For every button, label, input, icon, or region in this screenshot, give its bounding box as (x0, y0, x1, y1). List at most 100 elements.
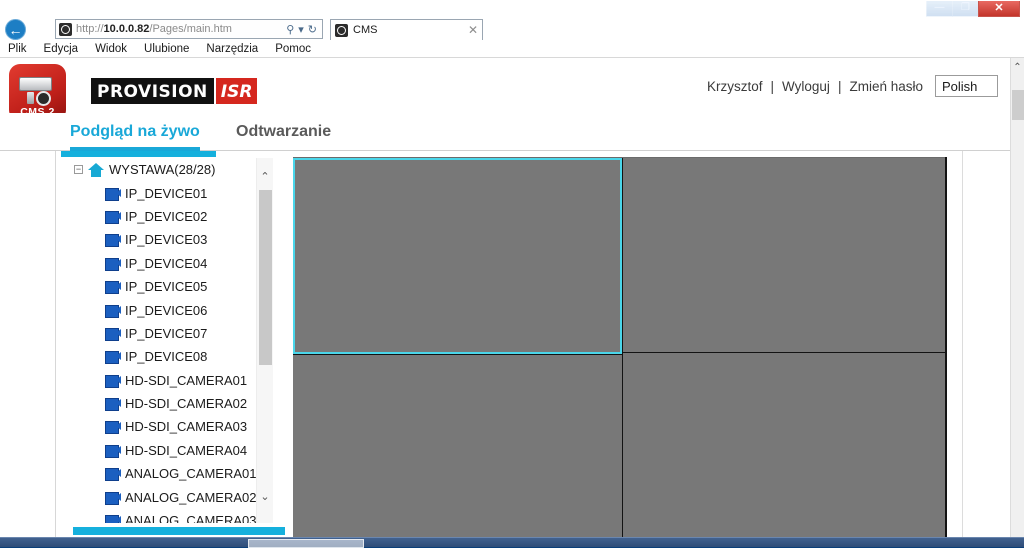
tree-item-ip-device05[interactable]: IP_DEVICE05 (56, 275, 264, 298)
tree-item-hd-sdi-camera02[interactable]: HD-SDI_CAMERA02 (56, 392, 264, 415)
address-bar-tools: ⚲ ▾ ↻ (286, 23, 319, 36)
page-scrollbar-thumb[interactable] (1012, 90, 1024, 120)
tree-item-label: IP_DEVICE04 (125, 256, 207, 271)
scroll-up-icon[interactable]: ⌃ (257, 168, 273, 185)
refresh-icon[interactable]: ↻ (308, 23, 317, 36)
tree-item-ip-device07[interactable]: IP_DEVICE07 (56, 322, 264, 345)
camera-icon (105, 234, 121, 245)
camera-icon (105, 375, 121, 386)
home-icon (88, 163, 104, 177)
tree-item-label: HD-SDI_CAMERA04 (125, 443, 247, 458)
tree-item-hd-sdi-camera03[interactable]: HD-SDI_CAMERA03 (56, 415, 264, 438)
username-label: Krzysztof (703, 79, 767, 94)
url-scheme: http:// (76, 23, 104, 35)
camera-icon (105, 445, 121, 456)
device-tree-list: − WYSTAWA(28/28) IP_DEVICE01 IP_DEVICE02 (56, 158, 264, 523)
camera-icon (105, 211, 121, 222)
video-cell-3[interactable] (293, 354, 622, 538)
new-tab-button[interactable] (484, 19, 510, 40)
windows-taskbar (0, 537, 1024, 547)
right-panel-divider (962, 151, 963, 537)
separator-2: | (834, 79, 846, 94)
camera-icon (105, 421, 121, 432)
menu-item-ulubione[interactable]: Ulubione (144, 43, 189, 55)
search-icon[interactable]: ⚲ (286, 23, 294, 36)
browser-tabstrip: CMS ✕ (330, 19, 510, 40)
web-page-content: CMS 2 PROVISION ISR Krzysztof | Wyloguj … (0, 58, 1024, 537)
back-arrow-icon: ← (9, 23, 23, 37)
menu-item-widok[interactable]: Widok (95, 43, 127, 55)
menu-item-narzedzia[interactable]: Narzędzia (206, 43, 258, 55)
video-wall-grid (293, 157, 945, 537)
camera-body-shape (19, 77, 52, 91)
tree-item-hd-sdi-camera04[interactable]: HD-SDI_CAMERA04 (56, 439, 264, 462)
tree-item-ip-device08[interactable]: IP_DEVICE08 (56, 345, 264, 368)
brand-name-isr: ISR (216, 78, 258, 104)
tree-item-label: HD-SDI_CAMERA03 (125, 419, 247, 434)
scrollbar-thumb[interactable] (259, 190, 272, 365)
tree-item-ip-device03[interactable]: IP_DEVICE03 (56, 228, 264, 251)
browser-navigation-bar: ← → http://10.0.0.82/Pages/main.htm ⚲ ▾ … (0, 18, 1024, 40)
logout-link[interactable]: Wyloguj (778, 79, 834, 94)
tree-item-ip-device04[interactable]: IP_DEVICE04 (56, 252, 264, 275)
tab-live-view-label: Podgląd na żywo (70, 123, 200, 141)
tab-live-view[interactable]: Podgląd na żywo (70, 113, 200, 151)
tab-playback-label: Odtwarzanie (236, 123, 331, 141)
forward-button[interactable]: → (28, 19, 49, 40)
user-account-area: Krzysztof | Wyloguj | Zmień hasło Polish (703, 75, 998, 97)
app-body: − WYSTAWA(28/28) IP_DEVICE01 IP_DEVICE02 (0, 151, 1010, 537)
provision-isr-logo: PROVISION ISR (91, 78, 257, 104)
menu-item-edycja[interactable]: Edycja (44, 43, 79, 55)
browser-tab-cms[interactable]: CMS ✕ (330, 19, 483, 40)
back-button[interactable]: ← (5, 19, 26, 40)
tree-item-analog-camera03[interactable]: ANALOG_CAMERA03 (56, 509, 264, 523)
camera-icon (105, 281, 121, 292)
page-scroll-up-icon[interactable]: ⌃ (1011, 60, 1024, 74)
video-cell-2[interactable] (622, 158, 945, 352)
tree-item-label: IP_DEVICE01 (125, 186, 207, 201)
minimize-button[interactable]: — (926, 1, 953, 17)
language-select[interactable]: Polish (935, 75, 998, 97)
chevron-down-icon[interactable]: ▾ (298, 23, 304, 36)
close-button[interactable]: ✕ (978, 1, 1020, 17)
close-icon: ✕ (994, 3, 1003, 14)
app-tab-bar: Podgląd na żywo Odtwarzanie (0, 113, 1010, 151)
tree-item-label: HD-SDI_CAMERA01 (125, 373, 247, 388)
site-identity-icon (59, 23, 72, 36)
tree-item-label: IP_DEVICE08 (125, 349, 207, 364)
tab-playback[interactable]: Odtwarzanie (236, 113, 331, 151)
tree-root-label: WYSTAWA(28/28) (109, 162, 215, 177)
url-path: /Pages/main.htm (149, 23, 232, 35)
camera-lens-shape (36, 91, 51, 106)
tree-item-label: ANALOG_CAMERA03 (125, 513, 257, 523)
language-select-value: Polish (942, 79, 977, 94)
device-tree-panel: − WYSTAWA(28/28) IP_DEVICE01 IP_DEVICE02 (55, 151, 285, 537)
page-scrollbar[interactable]: ⌃ (1010, 58, 1024, 537)
tree-root-node[interactable]: − WYSTAWA(28/28) (56, 158, 264, 181)
tree-item-label: IP_DEVICE02 (125, 209, 207, 224)
tree-item-hd-sdi-camera01[interactable]: HD-SDI_CAMERA01 (56, 369, 264, 392)
camera-icon (105, 351, 121, 362)
change-password-link[interactable]: Zmień hasło (845, 79, 927, 94)
restore-button[interactable]: ❐ (952, 1, 979, 17)
tree-item-ip-device06[interactable]: IP_DEVICE06 (56, 298, 264, 321)
camera-icon (105, 305, 121, 316)
scroll-down-icon[interactable]: ⌄ (257, 488, 273, 505)
tree-item-ip-device01[interactable]: IP_DEVICE01 (56, 181, 264, 204)
tree-item-ip-device02[interactable]: IP_DEVICE02 (56, 205, 264, 228)
minimize-icon: — (935, 3, 945, 13)
tree-item-label: IP_DEVICE03 (125, 232, 207, 247)
device-tree-scrollbar[interactable]: ⌃ ⌄ (256, 158, 273, 523)
address-bar[interactable]: http://10.0.0.82/Pages/main.htm ⚲ ▾ ↻ (55, 19, 323, 39)
video-cell-1[interactable] (293, 158, 622, 354)
browser-window: — ❐ ✕ ← → http://10.0.0.82/Pages/main.ht… (0, 0, 1024, 537)
tree-item-analog-camera02[interactable]: ANALOG_CAMERA02 (56, 485, 264, 508)
video-cell-4[interactable] (622, 352, 945, 538)
camera-icon (105, 188, 121, 199)
menu-item-plik[interactable]: Plik (8, 43, 27, 55)
menu-item-pomoc[interactable]: Pomoc (275, 43, 311, 55)
favicon-icon (335, 24, 348, 37)
tab-close-icon[interactable]: ✕ (468, 23, 478, 37)
collapse-expander-icon[interactable]: − (74, 165, 83, 174)
tree-item-analog-camera01[interactable]: ANALOG_CAMERA01 (56, 462, 264, 485)
